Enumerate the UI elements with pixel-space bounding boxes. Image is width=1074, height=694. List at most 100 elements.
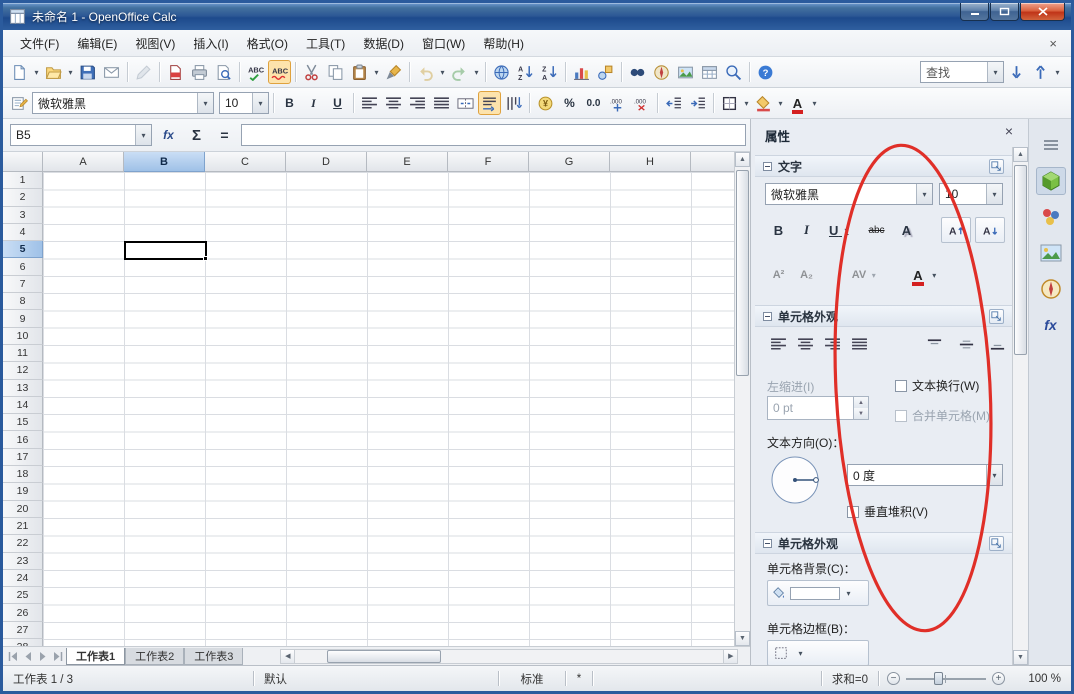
row-header-6[interactable]: 6 xyxy=(3,258,43,275)
column-header-B[interactable]: B xyxy=(124,152,205,172)
column-header-H[interactable]: H xyxy=(610,152,691,172)
scroll-left-arrow[interactable]: ◀ xyxy=(281,650,295,663)
scroll-up-arrow[interactable]: ▲ xyxy=(735,152,750,167)
horizontal-scrollbar[interactable]: ◀ ▶ xyxy=(280,649,738,664)
row-header-25[interactable]: 25 xyxy=(3,587,43,604)
undo-button[interactable] xyxy=(414,60,437,84)
menu-tools[interactable]: 工具(T) xyxy=(297,32,354,55)
redo-dropdown-arrow[interactable]: ▾ xyxy=(472,68,481,77)
scroll-right-arrow[interactable]: ▶ xyxy=(723,650,737,663)
row-header-10[interactable]: 10 xyxy=(3,328,43,345)
align-right-button[interactable] xyxy=(406,91,429,115)
row-header-4[interactable]: 4 xyxy=(3,224,43,241)
find-previous-button[interactable] xyxy=(1029,60,1052,84)
copy-button[interactable] xyxy=(324,60,347,84)
menu-format[interactable]: 格式(O) xyxy=(238,32,297,55)
add-decimal-button[interactable]: .000 xyxy=(606,91,629,115)
increase-indent-button[interactable] xyxy=(686,91,709,115)
checkbox[interactable] xyxy=(895,380,907,392)
new-dropdown-arrow[interactable]: ▾ xyxy=(32,68,41,77)
column-header-C[interactable]: C xyxy=(205,152,286,172)
sidebar-font-name-combo[interactable]: 微软雅黑 ▾ xyxy=(765,183,933,205)
sidebar-underline-button[interactable]: U ▾ xyxy=(821,217,859,243)
align-left-button[interactable] xyxy=(358,91,381,115)
print-button[interactable] xyxy=(188,60,211,84)
row-header-27[interactable]: 27 xyxy=(3,622,43,639)
align-justify-button[interactable] xyxy=(430,91,453,115)
background-swatch-dropdown[interactable]: ▾ xyxy=(844,589,853,598)
align-bottom-button[interactable] xyxy=(983,331,1011,357)
delete-decimal-button[interactable]: .000 xyxy=(630,91,653,115)
row-header-20[interactable]: 20 xyxy=(3,501,43,518)
section-header-cell-appearance[interactable]: 单元格外观 xyxy=(755,532,1012,554)
menu-help[interactable]: 帮助(H) xyxy=(474,32,533,55)
page-preview-button[interactable] xyxy=(212,60,235,84)
selected-cell[interactable] xyxy=(124,241,207,260)
menu-file[interactable]: 文件(F) xyxy=(11,32,68,55)
sidebar-italic-button[interactable]: I xyxy=(793,217,820,243)
status-insert-mode[interactable]: 标准 xyxy=(499,671,565,687)
spin-down-arrow[interactable]: ▼ xyxy=(854,408,868,419)
more-options-button[interactable] xyxy=(989,309,1004,324)
row-header-24[interactable]: 24 xyxy=(3,570,43,587)
paste-dropdown-arrow[interactable]: ▾ xyxy=(372,68,381,77)
row-header-22[interactable]: 22 xyxy=(3,535,43,552)
function-wizard-button[interactable]: fx xyxy=(157,123,180,147)
checkbox[interactable] xyxy=(847,506,859,518)
degree-dropdown[interactable]: ▾ xyxy=(986,465,1002,485)
background-color-button[interactable] xyxy=(752,91,775,115)
last-sheet-button[interactable] xyxy=(51,649,65,664)
column-header-E[interactable]: E xyxy=(367,152,448,172)
row-header-28[interactable]: 28 xyxy=(3,639,43,646)
find-combo-dropdown[interactable]: ▾ xyxy=(987,62,1003,82)
increase-font-button[interactable]: A xyxy=(941,217,971,243)
row-header-14[interactable]: 14 xyxy=(3,397,43,414)
section-header-text[interactable]: 文字 xyxy=(755,155,1012,177)
cell-background-color-button[interactable]: ▾ xyxy=(767,580,869,606)
row-header-15[interactable]: 15 xyxy=(3,414,43,431)
name-box[interactable]: B5 ▾ xyxy=(10,124,152,146)
help-button[interactable]: ? xyxy=(754,60,777,84)
name-box-dropdown[interactable]: ▾ xyxy=(135,125,151,145)
row-header-17[interactable]: 17 xyxy=(3,449,43,466)
show-draw-functions-button[interactable] xyxy=(594,60,617,84)
zoom-slider[interactable] xyxy=(906,672,986,685)
sidebar-align-right-button[interactable] xyxy=(819,331,846,357)
open-button[interactable] xyxy=(42,60,65,84)
deck-properties-icon[interactable] xyxy=(1036,167,1066,195)
merge-cells-checkbox[interactable]: 合并单元格(M) xyxy=(895,407,990,424)
more-options-button[interactable] xyxy=(989,536,1004,551)
sheet-tab-工作表3[interactable]: 工作表3 xyxy=(184,648,243,665)
previous-sheet-button[interactable] xyxy=(21,649,35,664)
font-name-combo[interactable]: 微软雅黑 ▾ xyxy=(32,92,214,114)
column-header-G[interactable]: G xyxy=(529,152,610,172)
input-line[interactable] xyxy=(241,124,746,146)
next-sheet-button[interactable] xyxy=(36,649,50,664)
vertical-scroll-thumb[interactable] xyxy=(736,170,749,376)
font-color-button[interactable]: A xyxy=(786,91,809,115)
close-button[interactable] xyxy=(1020,3,1065,21)
text-direction-ltr-button[interactable] xyxy=(478,91,501,115)
sort-descending-button[interactable]: ZA xyxy=(538,60,561,84)
row-header-5[interactable]: 5 xyxy=(3,241,43,258)
checkbox[interactable] xyxy=(895,410,907,422)
borders-dropdown[interactable]: ▾ xyxy=(742,99,751,108)
superscript-button[interactable]: A² xyxy=(765,262,792,288)
redo-button[interactable] xyxy=(448,60,471,84)
status-page-style[interactable]: 默认 xyxy=(254,671,498,687)
find-input[interactable] xyxy=(926,65,982,79)
fill-handle[interactable] xyxy=(203,256,208,261)
decrease-font-button[interactable]: A xyxy=(975,217,1005,243)
border-dropdown[interactable]: ▾ xyxy=(796,649,805,658)
column-header-D[interactable]: D xyxy=(286,152,367,172)
find-toolbar-combo[interactable]: ▾ xyxy=(920,61,1004,83)
sidebar-align-left-button[interactable] xyxy=(765,331,792,357)
sidebar-align-center-button[interactable] xyxy=(792,331,819,357)
currency-format-button[interactable]: ¥ xyxy=(534,91,557,115)
sidebar-bold-button[interactable]: B xyxy=(765,217,792,243)
subscript-button[interactable]: A₂ xyxy=(793,262,820,288)
sidebar-scroll-thumb[interactable] xyxy=(1014,165,1027,355)
undo-dropdown-arrow[interactable]: ▾ xyxy=(438,68,447,77)
sidebar-settings-icon[interactable] xyxy=(1036,131,1066,159)
standard-format-button[interactable]: 0.0 xyxy=(582,91,605,115)
